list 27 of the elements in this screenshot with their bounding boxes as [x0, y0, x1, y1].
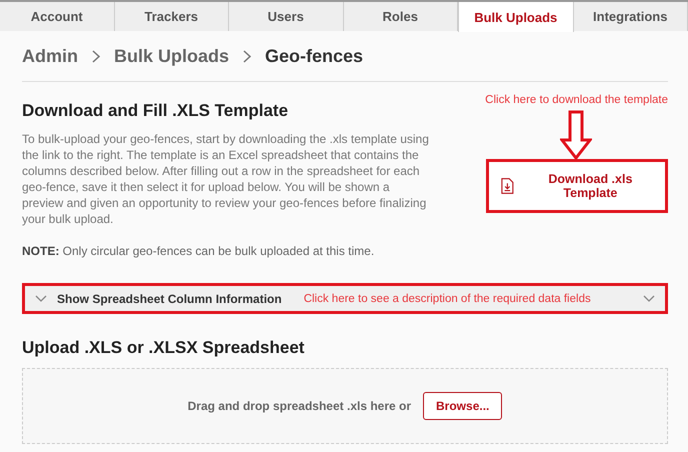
down-arrow-icon — [560, 110, 592, 160]
tab[interactable]: Account — [0, 2, 114, 31]
drop-zone[interactable]: Drag and drop spreadsheet .xls here or Browse... — [22, 368, 668, 444]
description-text: To bulk-upload your geo-fences, start by downloading the .xls template using the link to the right. The template is an Excel spreadsheet that contains the columns described below. After filling out a row in the spreadsheet for each geo-fence, save it then select it for upload below. You will be shown a preview and given an opportunity to review your geo-fences before finalizing your bulk upload. — [22, 131, 430, 227]
file-download-icon — [501, 177, 514, 195]
column-info-expander[interactable]: Show Spreadsheet Column Information Click here to see a description of the required data fields — [22, 283, 668, 314]
drop-zone-text: Drag and drop spreadsheet .xls here or — [188, 399, 412, 413]
download-template-button[interactable]: Download .xls Template — [486, 159, 668, 213]
tab[interactable]: Bulk Uploads — [458, 2, 574, 32]
breadcrumb-link[interactable]: Admin — [22, 46, 78, 66]
note-text: NOTE: Only circular geo-fences can be bulk uploaded at this time. — [22, 243, 376, 259]
expander-label: Show Spreadsheet Column Information — [57, 292, 282, 306]
breadcrumb-link[interactable]: Bulk Uploads — [114, 46, 230, 66]
tab[interactable]: Roles — [344, 2, 458, 31]
annotation-text: Click here to see a description of the required data fields — [304, 292, 591, 304]
chevron-down-icon — [35, 294, 47, 302]
chevron-right-icon — [243, 50, 252, 62]
chevron-down-icon — [643, 294, 655, 302]
browse-button[interactable]: Browse... — [423, 392, 502, 420]
chevron-right-icon — [92, 50, 100, 62]
section-heading: Download and Fill .XLS Template — [22, 101, 290, 121]
tab[interactable]: Users — [229, 2, 344, 31]
tab[interactable]: Integrations — [574, 2, 688, 31]
tab[interactable]: Trackers — [114, 2, 229, 31]
annotation-text: Click here to download the template — [485, 94, 668, 106]
breadcrumb-current: Geo-fences — [265, 46, 364, 66]
section-heading: Upload .XLS or .XLSX Spreadsheet — [22, 338, 306, 358]
